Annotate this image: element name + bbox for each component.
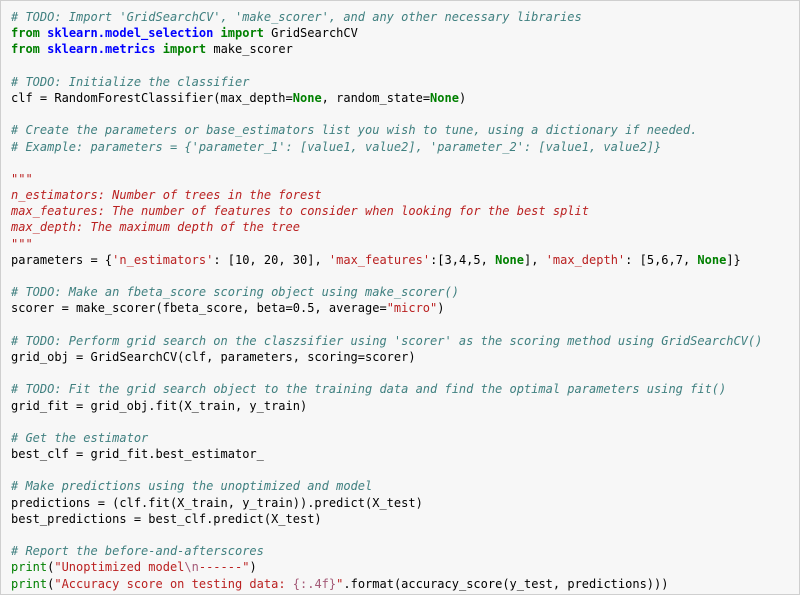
module-name: sklearn.model_selection bbox=[47, 26, 213, 40]
comment: # Make predictions using the unoptimized… bbox=[11, 479, 372, 493]
module-name: sklearn.metrics bbox=[47, 42, 155, 56]
docstring-quotes-open: """ bbox=[11, 172, 33, 186]
string: 'max_features' bbox=[329, 253, 430, 267]
string: 'n_estimators' bbox=[112, 253, 213, 267]
comment: # Create the parameters or base_estimato… bbox=[11, 123, 697, 137]
comment: # Report the before-and-afterscores bbox=[11, 544, 264, 558]
builtin-print: print bbox=[11, 560, 47, 574]
docstring-line: n_estimators: Number of trees in the for… bbox=[11, 188, 322, 202]
code-cell: # TODO: Import 'GridSearchCV', 'make_sco… bbox=[0, 0, 800, 595]
docstring-line: max_depth: The maximum depth of the tree bbox=[11, 220, 300, 234]
code-text: ) bbox=[459, 91, 466, 105]
format-placeholder: {:.4f} bbox=[293, 577, 336, 591]
code-text: : [10, 20, 30], bbox=[213, 253, 329, 267]
comment: # TODO: Initialize the classifier bbox=[11, 75, 249, 89]
builtin-print: print bbox=[11, 577, 47, 591]
code-text: grid_fit = grid_obj.fit(X_train, y_train… bbox=[11, 399, 307, 413]
code-text: : [5,6,7, bbox=[625, 253, 697, 267]
comment: # Get the estimator bbox=[11, 431, 148, 445]
code-text: scorer = make_scorer(fbeta_score, beta=0… bbox=[11, 301, 387, 315]
comment: # Example: parameters = {'parameter_1': … bbox=[11, 140, 661, 154]
code-text: ], bbox=[524, 253, 546, 267]
code-text: :[3,4,5, bbox=[430, 253, 495, 267]
keyword-import: import bbox=[163, 42, 206, 56]
code-text: .format(accuracy_score(y_test, predictio… bbox=[343, 577, 668, 591]
string: "Unoptimized model bbox=[54, 560, 184, 574]
keyword-from: from bbox=[11, 26, 40, 40]
string: "Accuracy score on testing data: bbox=[54, 577, 292, 591]
code-text: best_predictions = best_clf.predict(X_te… bbox=[11, 512, 322, 526]
comment: # TODO: Import 'GridSearchCV', 'make_sco… bbox=[11, 10, 582, 24]
code-text: parameters = { bbox=[11, 253, 112, 267]
code-text: clf = RandomForestClassifier(max_depth= bbox=[11, 91, 293, 105]
keyword-import: import bbox=[221, 26, 264, 40]
constant-none: None bbox=[495, 253, 524, 267]
constant-none: None bbox=[697, 253, 726, 267]
string: ------" bbox=[199, 560, 250, 574]
code-text: , random_state= bbox=[322, 91, 430, 105]
comment: # TODO: Fit the grid search object to th… bbox=[11, 382, 726, 396]
import-name: make_scorer bbox=[213, 42, 292, 56]
docstring-line: max_features: The number of features to … bbox=[11, 204, 589, 218]
code-text: ) bbox=[437, 301, 444, 315]
code-text: predictions = (clf.fit(X_train, y_train)… bbox=[11, 496, 423, 510]
comment: # TODO: Perform grid search on the clasz… bbox=[11, 334, 762, 348]
constant-none: None bbox=[293, 91, 322, 105]
comment: # TODO: Make an fbeta_score scoring obje… bbox=[11, 285, 459, 299]
docstring-quotes-close: """ bbox=[11, 237, 33, 251]
code-text: grid_obj = GridSearchCV(clf, parameters,… bbox=[11, 350, 416, 364]
string: "micro" bbox=[387, 301, 438, 315]
code-text: ]} bbox=[726, 253, 740, 267]
keyword-from: from bbox=[11, 42, 40, 56]
constant-none: None bbox=[430, 91, 459, 105]
string: 'max_depth' bbox=[546, 253, 625, 267]
code-text: best_clf = grid_fit.best_estimator_ bbox=[11, 447, 264, 461]
import-name: GridSearchCV bbox=[271, 26, 358, 40]
escape: \n bbox=[184, 560, 198, 574]
